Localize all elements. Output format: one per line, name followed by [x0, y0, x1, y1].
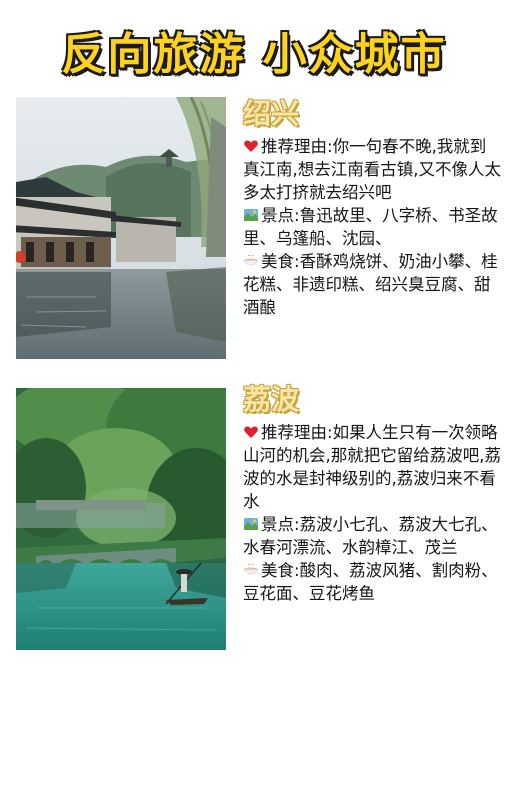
reason-line: 推荐理由:如果人生只有一次领略山河的机会,那就把它留给荔波吧,荔波的水是封神级别… [243, 421, 501, 513]
map-icon [244, 518, 258, 530]
sights-label: 景点: [261, 206, 300, 225]
food-label: 美食: [261, 252, 300, 271]
sights-label: 景点: [261, 515, 300, 534]
food-label: 美食: [261, 561, 300, 580]
bowl-icon [243, 563, 259, 575]
reason-label: 推荐理由: [261, 423, 333, 442]
food-line: 美食:酸肉、荔波风猪、割肉粉、豆花面、豆花烤鱼 [243, 559, 501, 605]
city-name: 绍兴 [243, 97, 300, 130]
photo-shaoxing-water-town [16, 97, 226, 359]
reason-line: 推荐理由:你一句春不晚,我就到真江南,想去江南看古镇,又不像人太多太打挤就去绍兴… [243, 135, 501, 204]
heart-icon [244, 426, 258, 438]
page-title: 反向旅游 小众城市 [61, 29, 447, 80]
reason-label: 推荐理由: [261, 137, 333, 156]
photo-libo-river [16, 388, 226, 650]
card-body: 推荐理由:如果人生只有一次领略山河的机会,那就把它留给荔波吧,荔波的水是封神级别… [243, 421, 501, 605]
bowl-icon [243, 254, 259, 266]
card-shaoxing: 绍兴 推荐理由:你一句春不晚,我就到真江南,想去江南看古镇,又不像人太多太打挤就… [243, 97, 501, 319]
card-libo: 荔波 推荐理由:如果人生只有一次领略山河的机会,那就把它留给荔波吧,荔波的水是封… [243, 383, 501, 605]
food-line: 美食:香酥鸡烧饼、奶油小攀、桂花糕、非遗印糕、绍兴臭豆腐、甜酒酿 [243, 250, 501, 319]
city-name: 荔波 [243, 383, 300, 416]
sights-line: 景点:荔波小七孔、荔波大七孔、水春河漂流、水韵樟江、茂兰 [243, 513, 501, 559]
map-icon [244, 209, 258, 221]
card-body: 推荐理由:你一句春不晚,我就到真江南,想去江南看古镇,又不像人太多太打挤就去绍兴… [243, 135, 501, 319]
heart-icon [244, 140, 258, 152]
sights-line: 景点:鲁迅故里、八字桥、书圣故里、乌篷船、沈园、 [243, 204, 501, 250]
